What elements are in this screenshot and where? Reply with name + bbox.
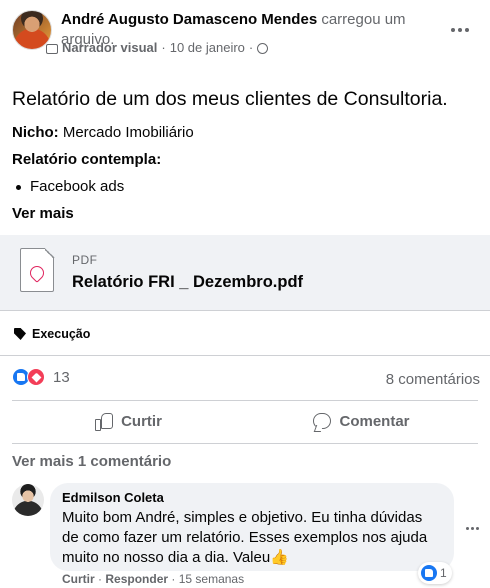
comment-reaction-count: 1 [440,566,447,580]
pdf-file-icon [20,247,55,292]
attachment-name[interactable]: Relatório FRI _ Dezembro.pdf [72,273,303,292]
comment-bubble: Edmilson Coleta Muito bom André, simples… [50,483,454,571]
comment-button[interactable]: Comentar [245,404,478,438]
love-reaction-icon [27,368,45,386]
attachment-type: PDF [72,253,98,267]
divider [12,400,478,401]
audience-icon[interactable] [257,43,269,54]
separator: · [98,572,103,586]
comment-label: Comentar [339,412,410,430]
reaction-count: 13 [53,368,70,386]
group-icon [46,44,58,54]
comment-actions: Curtir · Responder · 15 semanas [62,572,244,586]
bullet-item: Facebook ads [15,178,125,195]
separator: · [171,572,176,586]
tag-icon [14,328,26,340]
comment-icon [313,413,332,429]
like-reaction-icon [421,565,437,581]
action-bar: Curtir Comentar [12,404,478,438]
divider [12,443,478,444]
comments-count[interactable]: 8 comentários [386,371,480,388]
group-name[interactable]: Narrador visual [62,40,157,55]
niche-line: Nicho: Mercado Imobiliário [12,124,194,141]
post-options-icon[interactable] [444,14,476,46]
topic-tag[interactable]: Execução [14,327,90,341]
meta-separator: · [248,40,254,55]
post-title: Relatório de um dos meus clientes de Con… [12,88,448,110]
comment-reaction-badge[interactable]: 1 [418,562,452,584]
post-meta: Narrador visual · 10 de janeiro · [46,40,269,55]
commenter-avatar[interactable] [12,484,44,516]
niche-value: Mercado Imobiliário [62,124,194,141]
post-header: André Augusto Damasceno Mendes carregou … [12,10,478,68]
comment-author[interactable]: Edmilson Coleta [62,490,442,506]
niche-label: Nicho: [12,124,59,141]
author-name[interactable]: André Augusto Damasceno Mendes [61,11,317,28]
report-label: Relatório contempla: [12,151,161,168]
file-attachment[interactable]: PDF Relatório FRI _ Dezembro.pdf [0,235,490,311]
comment-text: Muito bom André, simples e objetivo. Eu … [62,509,428,566]
post-date[interactable]: 10 de janeiro [170,40,245,55]
see-more-comments-link[interactable]: Ver mais 1 comentário [12,453,171,470]
meta-separator: · [161,40,166,55]
like-label: Curtir [121,412,162,430]
divider [0,355,490,356]
like-button[interactable]: Curtir [12,404,245,438]
comment-options-icon[interactable] [462,518,482,538]
topic-label: Execução [32,327,91,341]
comment-time[interactable]: 15 semanas [179,572,244,586]
pdf-logo-icon [27,263,47,283]
see-more-link[interactable]: Ver mais [12,205,74,222]
comment-like-link[interactable]: Curtir [62,572,95,586]
thumbs-up-icon [95,412,114,431]
reactions-summary[interactable]: 13 [12,368,70,386]
comment-reply-link[interactable]: Responder [105,572,168,586]
report-label-text: Relatório contempla: [12,151,162,168]
